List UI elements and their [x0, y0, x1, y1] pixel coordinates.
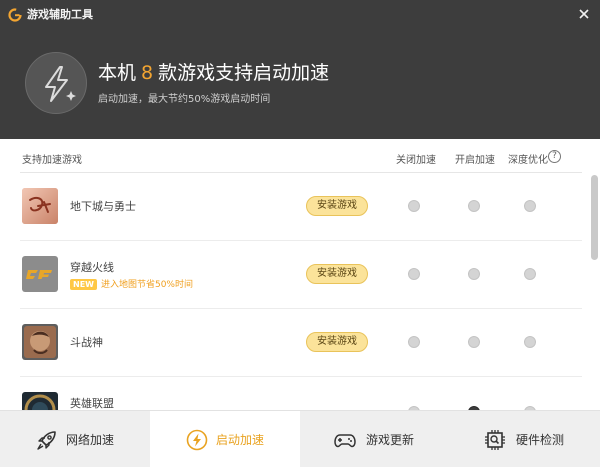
bottom-nav: 网络加速 启动加速 游戏更新 硬件检测	[0, 410, 600, 467]
tab-hardware-detection[interactable]: 硬件检测	[450, 411, 600, 467]
game-name: 穿越火线	[70, 261, 114, 274]
install-button[interactable]: 安装游戏	[306, 196, 368, 216]
install-button[interactable]: 安装游戏	[306, 264, 368, 284]
column-off-label: 关闭加速	[396, 155, 436, 166]
tab-network-acceleration[interactable]: 网络加速	[0, 411, 150, 467]
table-row: 英雄联盟	[20, 377, 582, 410]
g-logo-icon	[8, 8, 22, 22]
gamepad-icon	[334, 434, 356, 448]
table-row: 斗战神 安装游戏	[20, 309, 582, 377]
help-icon[interactable]: ?	[548, 150, 561, 163]
hero-title-prefix: 本机	[98, 62, 137, 84]
lol-logo-icon	[22, 392, 58, 410]
game-list[interactable]: 地下城与勇士 安装游戏 穿越火线 NEW 进入地图节省50%时间 安装游戏 斗战…	[0, 173, 590, 410]
radio-off[interactable]	[408, 200, 420, 212]
install-button[interactable]: 安装游戏	[306, 332, 368, 352]
title-bar[interactable]: 游戏辅助工具	[0, 0, 600, 30]
chip-icon	[485, 430, 505, 450]
list-title: 支持加速游戏	[22, 155, 82, 166]
nav-label: 启动加速	[216, 433, 265, 447]
tab-game-update[interactable]: 游戏更新	[300, 411, 450, 467]
column-on-label: 开启加速	[455, 155, 495, 166]
list-header: 支持加速游戏 关闭加速 开启加速 深度优化 ?	[22, 150, 582, 166]
window-title: 游戏辅助工具	[27, 8, 93, 21]
scrollbar[interactable]	[591, 175, 598, 260]
tab-launch-acceleration[interactable]: 启动加速	[150, 411, 300, 467]
radio-deep[interactable]	[524, 336, 536, 348]
promo-label: 进入地图节省50%时间	[100, 280, 193, 290]
dzs-logo-icon	[22, 324, 58, 360]
cf-logo-icon	[22, 256, 58, 292]
radio-deep[interactable]	[524, 268, 536, 280]
radio-deep[interactable]	[524, 200, 536, 212]
radio-off[interactable]	[408, 336, 420, 348]
dnf-logo-icon	[22, 188, 58, 224]
game-name: 斗战神	[70, 336, 103, 349]
radio-on[interactable]	[468, 200, 480, 212]
nav-label: 游戏更新	[366, 433, 415, 447]
radio-off[interactable]	[408, 268, 420, 280]
hero-title: 本机 8 款游戏支持启动加速	[98, 60, 329, 86]
radio-on[interactable]	[468, 336, 480, 348]
nav-label: 硬件检测	[516, 433, 565, 447]
game-name: 地下城与勇士	[70, 200, 136, 213]
rocket-icon	[37, 431, 56, 450]
game-count: 8	[141, 62, 154, 84]
close-icon[interactable]	[574, 4, 594, 24]
lightning-icon	[186, 429, 208, 451]
radio-on[interactable]	[468, 268, 480, 280]
header: 游戏辅助工具 本机 8 款游戏支持启动加速 启动加速，最大节约50%游戏启动时间	[0, 0, 600, 139]
lightning-sparkle-icon	[25, 52, 87, 114]
promo-text: NEW 进入地图节省50%时间	[70, 279, 193, 291]
table-row: 穿越火线 NEW 进入地图节省50%时间 安装游戏	[20, 241, 582, 309]
new-badge: NEW	[70, 279, 97, 290]
hero-subtitle: 启动加速，最大节约50%游戏启动时间	[98, 94, 271, 105]
hero-title-suffix: 款游戏支持启动加速	[158, 62, 330, 84]
column-deep-label: 深度优化	[508, 155, 548, 166]
game-name: 英雄联盟	[70, 397, 114, 410]
table-row: 地下城与勇士 安装游戏	[20, 173, 582, 241]
nav-label: 网络加速	[66, 433, 115, 447]
